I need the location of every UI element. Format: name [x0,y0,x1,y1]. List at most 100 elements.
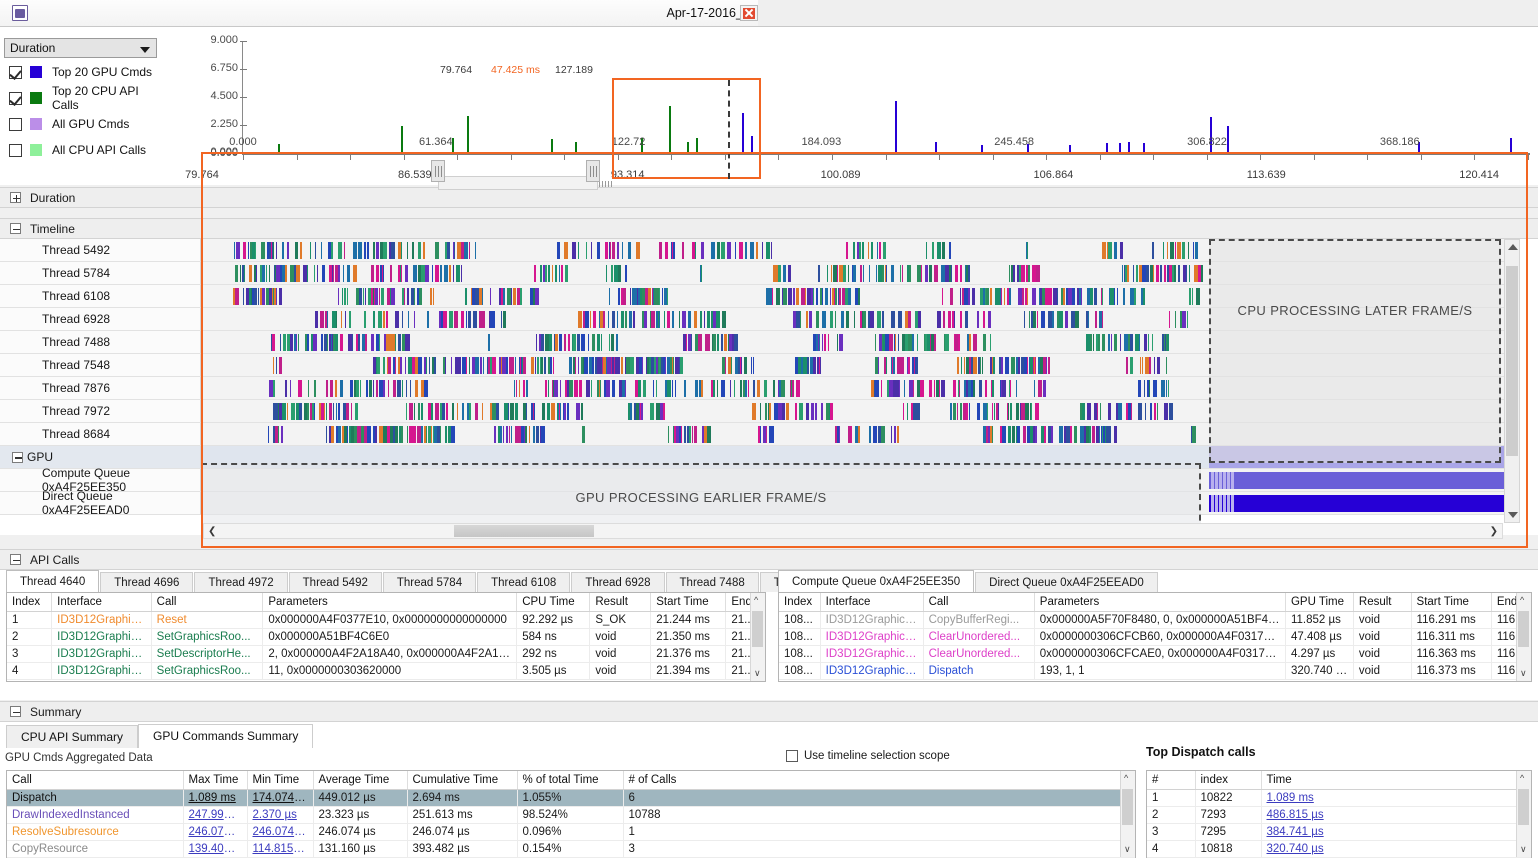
timeline-event-bar[interactable] [759,426,761,443]
timeline-event-bar[interactable] [338,265,341,282]
timeline-event-bar[interactable] [372,288,374,305]
timeline-event-bar[interactable] [781,403,785,420]
timeline-event-bar[interactable] [763,380,767,397]
timeline-event-bar[interactable] [765,242,770,259]
timeline-row-label-thread-7548[interactable]: Thread 7548 [0,354,201,377]
timeline-event-bar[interactable] [599,380,601,397]
timeline-event-bar[interactable] [791,380,793,397]
timeline-event-bar[interactable] [330,334,332,351]
table-row[interactable]: Dispatch 1.089 ms 174.074 µs 449.012 µs 2.69… [7,789,1135,807]
timeline-event-bar[interactable] [1161,380,1166,397]
table-row[interactable]: 1 10822 1.089 ms [1147,789,1531,807]
column-header[interactable]: Parameters [262,593,518,612]
timeline-event-bar[interactable] [326,311,328,328]
timeline-event-bar[interactable] [569,357,573,374]
timeline-event-bar[interactable] [960,403,963,420]
timeline-event-bar[interactable] [239,265,241,282]
timeline-event-bar[interactable] [413,288,415,305]
timeline-event-bar[interactable] [1018,357,1021,374]
tab-thread-6108[interactable]: Thread 6108 [477,572,571,592]
timeline-event-bar[interactable] [407,288,410,305]
timeline-event-bar[interactable] [338,403,341,420]
timeline-event-bar[interactable] [772,288,774,305]
timeline-event-bar[interactable] [959,265,962,282]
timeline-event-bar[interactable] [726,242,731,259]
timeline-event-bar[interactable] [324,403,326,420]
timeline-event-bar[interactable] [1037,380,1042,397]
cell-time[interactable]: 320.740 µs [1261,840,1531,858]
timeline-event-bar[interactable] [928,380,932,397]
timeline-event-bar[interactable] [863,311,867,328]
timeline-event-bar[interactable] [1028,265,1031,282]
timeline-event-bar[interactable] [247,242,249,259]
timeline-event-bar[interactable] [330,380,334,397]
timeline-event-bar[interactable] [1007,357,1009,374]
timeline-event-bar[interactable] [722,311,727,328]
timeline-event-bar[interactable] [627,242,631,259]
timeline-event-bar[interactable] [1086,403,1091,420]
timeline-event-bar[interactable] [448,265,451,282]
scroll-up-icon[interactable]: ^ [1520,595,1524,605]
timeline-event-bar[interactable] [1162,242,1164,259]
cell-max-time[interactable]: 1.089 ms [183,789,248,807]
timeline-event-bar[interactable] [1023,265,1025,282]
timeline-event-bar[interactable] [1182,242,1186,259]
timeline-event-bar[interactable] [554,380,559,397]
timeline-row-label-thread-7876[interactable]: Thread 7876 [0,377,201,400]
section-header-timeline[interactable]: Timeline [0,218,1538,239]
timeline-event-bar[interactable] [541,403,545,420]
cell-time[interactable]: 1.089 ms [1261,789,1531,807]
summary-tab-strip[interactable]: CPU API Summary GPU Commands Summary [6,724,314,748]
collapse-icon[interactable] [10,554,21,565]
timeline-event-bar[interactable] [329,403,333,420]
timeline-event-bar[interactable] [1036,265,1041,282]
timeline-event-bar[interactable] [419,357,423,374]
timeline-event-bar[interactable] [394,311,399,328]
timeline-event-bar[interactable] [1157,357,1161,374]
metric-select[interactable]: Duration [4,38,157,58]
timeline-event-bar[interactable] [706,426,711,443]
timeline-event-bar[interactable] [1033,357,1035,374]
timeline-event-bar[interactable] [563,242,568,259]
timeline-event-bar[interactable] [679,311,681,328]
scroll-down-icon[interactable]: ∨ [754,668,761,679]
timeline-event-bar[interactable] [490,288,492,305]
timeline-event-bar[interactable] [1032,311,1036,328]
timeline-event-bar[interactable] [1141,403,1143,420]
timeline-event-bar[interactable] [1097,334,1100,351]
timeline-event-bar[interactable] [765,426,767,443]
timeline-event-bar[interactable] [612,242,616,259]
timeline-event-bar[interactable] [275,288,277,305]
timeline-event-bar[interactable] [423,380,428,397]
timeline-event-bar[interactable] [713,380,716,397]
timeline-event-bar[interactable] [890,426,892,443]
timeline-event-bar[interactable] [591,380,593,397]
timeline-event-bar[interactable] [454,242,456,259]
timeline-event-bar[interactable] [519,380,521,397]
scroll-down-icon[interactable]: ∨ [1520,668,1527,679]
scroll-thumb[interactable] [1518,611,1529,647]
timeline-event-bar[interactable] [825,288,829,305]
timeline-event-bar[interactable] [979,380,983,397]
cell-min-time[interactable]: 2.370 µs [247,806,314,824]
timeline-event-bar[interactable] [611,380,615,397]
timeline-event-bar[interactable] [772,426,774,443]
timeline-event-bar[interactable] [788,288,793,305]
overview-chart[interactable]: 9.000 6.750 4.500 2.250 0.000 0.000 0.000 61.3… [168,34,1538,194]
timeline-event-bar[interactable] [683,380,686,397]
timeline-event-bar[interactable] [552,357,554,374]
timeline-event-bar[interactable] [352,242,357,259]
timeline-event-bar[interactable] [1141,357,1143,374]
timeline-event-bar[interactable] [333,403,335,420]
timeline-event-bar[interactable] [890,311,895,328]
timeline-event-bar[interactable] [343,288,346,305]
timeline-event-bar[interactable] [940,380,945,397]
timeline-event-bar[interactable] [272,380,275,397]
table-row[interactable]: 4 10818 320.740 µs [1147,840,1531,858]
timeline-event-bar[interactable] [740,357,742,374]
timeline-event-bar[interactable] [379,288,381,305]
timeline-event-bar[interactable] [336,311,338,328]
timeline-event-bar[interactable] [334,265,338,282]
timeline-event-bar[interactable] [584,357,589,374]
timeline-event-bar[interactable] [764,403,767,420]
